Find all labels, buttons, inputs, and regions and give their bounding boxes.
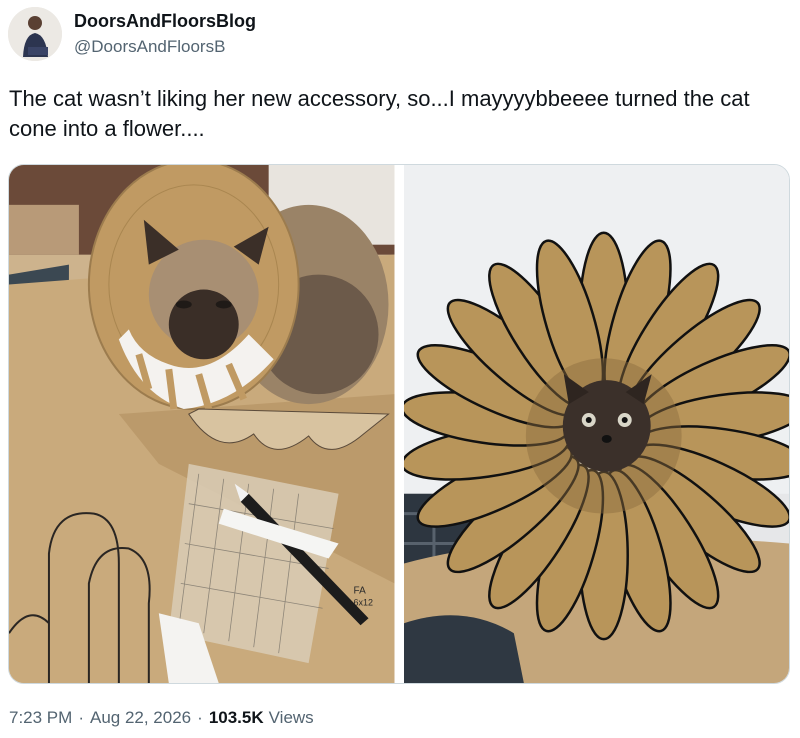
photo-cat-cone[interactable]: FA 6x12 bbox=[9, 165, 395, 683]
tweet-date[interactable]: Aug 22, 2026 bbox=[90, 708, 191, 728]
tweet-header: DoorsAndFloorsBlog @DoorsAndFloorsB bbox=[8, 6, 256, 62]
meta-separator: · bbox=[78, 708, 84, 727]
meta-separator: · bbox=[197, 708, 203, 727]
media-grid: FA 6x12 bbox=[8, 164, 790, 684]
avatar[interactable] bbox=[8, 7, 62, 61]
views-count: 103.5K bbox=[208, 708, 264, 727]
author-display-name[interactable]: DoorsAndFloorsBlog bbox=[74, 10, 256, 33]
tweet-card: DoorsAndFloorsBlog @DoorsAndFloorsB The … bbox=[0, 0, 800, 738]
ruler-brand-label: FA bbox=[354, 585, 367, 596]
tweet-meta: 7:23 PM · Aug 22, 2026 · 103.5K Views bbox=[9, 708, 314, 728]
author-block: DoorsAndFloorsBlog @DoorsAndFloorsB bbox=[74, 10, 256, 58]
author-handle[interactable]: @DoorsAndFloorsB bbox=[74, 35, 256, 58]
tweet-time[interactable]: 7:23 PM bbox=[9, 708, 72, 728]
photo-cat-flower[interactable] bbox=[403, 165, 789, 683]
views-label: Views bbox=[268, 708, 314, 727]
tweet-text: The cat wasn’t liking her new accessory,… bbox=[9, 86, 750, 141]
